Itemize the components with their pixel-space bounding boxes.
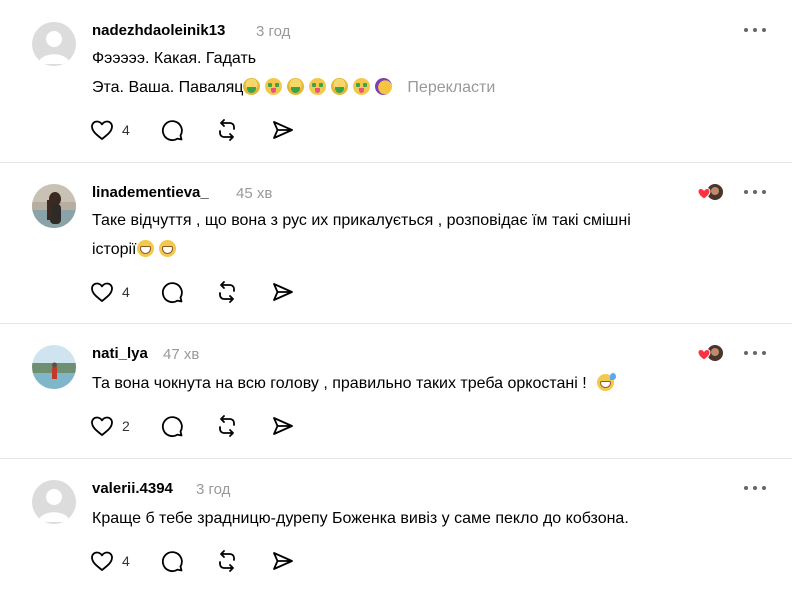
heart-outline-icon xyxy=(91,120,113,140)
like-button[interactable]: 4 xyxy=(90,279,130,305)
reply-button[interactable] xyxy=(160,117,184,143)
heart-outline-icon xyxy=(91,282,113,302)
timestamp[interactable]: 45 хв xyxy=(236,185,272,202)
username[interactable]: nadezhdaoleinik13 xyxy=(92,22,225,39)
like-count: 4 xyxy=(122,284,130,300)
like-count: 2 xyxy=(122,418,130,434)
send-arrow-icon xyxy=(273,417,293,435)
comment-bubble-icon xyxy=(161,120,183,142)
rolling-on-floor-laughing-icon xyxy=(375,78,393,95)
more-icon[interactable] xyxy=(744,24,766,36)
share-button[interactable] xyxy=(271,279,295,305)
author-liked-indicator xyxy=(697,182,725,202)
share-button[interactable] xyxy=(271,413,295,439)
more-icon[interactable] xyxy=(744,347,766,359)
comment-bubble-icon xyxy=(161,551,183,573)
divider xyxy=(0,162,792,163)
timestamp[interactable]: 3 год xyxy=(196,481,230,498)
author-liked-heart-icon xyxy=(697,345,723,361)
author-liked-heart-icon xyxy=(697,184,723,200)
reply-button[interactable] xyxy=(160,279,184,305)
face-vomiting-icon xyxy=(331,78,349,95)
repost-arrows-icon xyxy=(219,415,235,437)
like-count: 4 xyxy=(122,553,130,569)
comment-text-line: Эта. Ваша. Паваляц xyxy=(92,79,244,96)
comment-text: Краще б тебе зрадницю-дурепу Боженка вив… xyxy=(92,510,629,527)
comment-text-line: Та вона чокнута на всю голову , правильн… xyxy=(92,375,587,392)
send-arrow-icon xyxy=(273,552,293,570)
more-icon[interactable] xyxy=(744,186,766,198)
like-button[interactable]: 4 xyxy=(90,117,130,143)
comment-text: історії xyxy=(92,240,181,259)
username[interactable]: linadementieva_ xyxy=(92,184,209,201)
face-vomiting-icon xyxy=(243,78,261,95)
avatar[interactable] xyxy=(32,22,76,66)
heart-outline-icon xyxy=(91,416,113,436)
author-liked-indicator xyxy=(697,343,725,363)
grinning-squinting-face-icon xyxy=(158,240,176,257)
comment-text: Таке відчуття , що вона з рус их прикалу… xyxy=(92,212,631,229)
face-vomiting-icon xyxy=(287,78,305,95)
money-mouth-face-icon xyxy=(265,78,283,95)
avatar[interactable] xyxy=(32,480,76,524)
share-button[interactable] xyxy=(271,117,295,143)
grinning-face-with-sweat-icon xyxy=(597,373,617,391)
avatar[interactable] xyxy=(32,345,76,389)
username[interactable]: valerii.4394 xyxy=(92,480,173,497)
money-mouth-face-icon xyxy=(353,78,371,95)
timestamp[interactable]: 47 хв xyxy=(163,346,199,363)
repost-arrows-icon xyxy=(219,550,235,572)
heart-outline-icon xyxy=(91,551,113,571)
divider xyxy=(0,323,792,324)
repost-arrows-icon xyxy=(219,119,235,141)
divider xyxy=(0,458,792,459)
send-arrow-icon xyxy=(273,283,293,301)
comment-text: Та вона чокнута на всю голову , правильн… xyxy=(92,373,619,393)
comment-text: Эта. Ваша. Паваляц Перекласти xyxy=(92,78,495,97)
repost-button[interactable] xyxy=(215,548,239,574)
like-button[interactable]: 4 xyxy=(90,548,130,574)
share-button[interactable] xyxy=(271,548,295,574)
repost-button[interactable] xyxy=(215,117,239,143)
username[interactable]: nati_lya xyxy=(92,345,148,362)
translate-link[interactable]: Перекласти xyxy=(407,79,495,96)
avatar[interactable] xyxy=(32,184,76,228)
money-mouth-face-icon xyxy=(309,78,327,95)
comment-text: Фэээээ. Какая. Гадать xyxy=(92,50,257,67)
reply-button[interactable] xyxy=(160,413,184,439)
comment-bubble-icon xyxy=(161,282,183,304)
like-count: 4 xyxy=(122,122,130,138)
comment-bubble-icon xyxy=(161,416,183,438)
like-button[interactable]: 2 xyxy=(90,413,130,439)
repost-button[interactable] xyxy=(215,279,239,305)
send-arrow-icon xyxy=(273,121,293,139)
reply-button[interactable] xyxy=(160,548,184,574)
timestamp[interactable]: 3 год xyxy=(256,23,290,40)
comment-text-line: історії xyxy=(92,241,137,258)
more-icon[interactable] xyxy=(744,482,766,494)
repost-arrows-icon xyxy=(219,281,235,303)
grinning-squinting-face-icon xyxy=(136,240,154,257)
repost-button[interactable] xyxy=(215,413,239,439)
